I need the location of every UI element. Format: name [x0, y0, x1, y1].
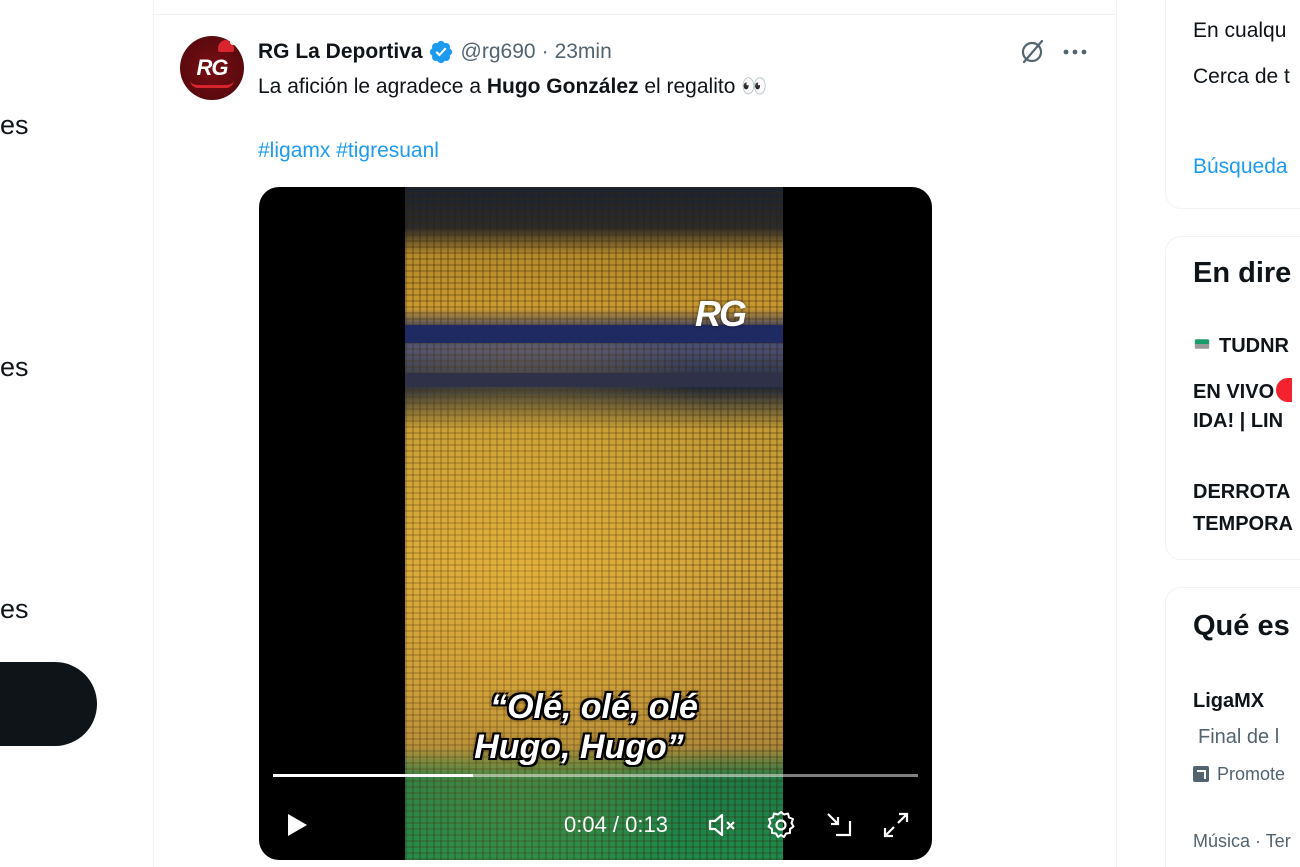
gear-icon — [767, 811, 795, 838]
nav-item-label[interactable]: es — [0, 352, 29, 383]
nav-item-label[interactable]: es — [0, 594, 29, 625]
fullscreen-icon — [883, 812, 909, 838]
separator: · — [541, 40, 549, 63]
user-handle[interactable]: @rg690 — [461, 40, 536, 64]
live-item-line[interactable]: IDA! | LIN — [1193, 410, 1283, 433]
dock-video-button[interactable] — [822, 807, 856, 843]
nav-item-label[interactable]: es — [0, 110, 29, 141]
santa-hat-pompom — [230, 39, 236, 45]
live-item-line[interactable]: DERROTA — [1193, 481, 1290, 504]
logo-swoosh — [190, 80, 234, 88]
video-player[interactable]: RG “Olé, olé, olé Hugo, Hugo” 0:04 / 0:1… — [259, 187, 932, 860]
promoted-text: Promote — [1217, 764, 1286, 784]
promoted-icon — [1193, 766, 1209, 782]
verified-badge-icon[interactable] — [428, 39, 454, 65]
tweet-text-part: La afición le agradece a — [258, 75, 487, 98]
caption-line: “Olé, olé, olé — [490, 688, 698, 726]
trend-category: Música · Ter — [1193, 831, 1291, 851]
settings-button[interactable] — [764, 807, 798, 843]
muted-speaker-icon — [708, 813, 735, 837]
tweet-text: La afición le agradece a Hugo González e… — [258, 73, 767, 101]
video-progress-bar[interactable] — [273, 774, 918, 777]
tudn-logo-icon — [1194, 339, 1210, 349]
filter-option-near-you[interactable]: Cerca de t — [1193, 65, 1290, 89]
play-icon — [288, 814, 307, 836]
timeline: RG RG La Deportiva @rg690 · 23min La afi… — [153, 0, 1117, 867]
display-name[interactable]: RG La Deportiva — [258, 40, 423, 64]
advanced-search-link[interactable]: Búsqueda — [1193, 155, 1288, 179]
tweet-header: RG La Deportiva @rg690 · 23min — [258, 38, 612, 66]
trend-name[interactable]: LigaMX — [1193, 690, 1264, 713]
avatar-logo: RG — [196, 55, 229, 80]
live-item-title[interactable]: EN VIVO — [1193, 378, 1293, 404]
live-item-line[interactable]: TEMPORA — [1193, 513, 1293, 536]
dock-icon — [827, 813, 852, 837]
mentioned-name: Hugo González — [486, 75, 639, 98]
channel-name: TUDNR — [1219, 335, 1289, 357]
play-button[interactable] — [281, 807, 311, 843]
hashtags: #ligamx #tigresuanl — [258, 137, 439, 165]
caption-line: Hugo, Hugo” — [474, 728, 684, 766]
right-sidebar: En cualqu Cerca de t Búsqueda En dire TU… — [1165, 0, 1300, 867]
fullscreen-button[interactable] — [879, 807, 913, 843]
live-channel[interactable]: TUDNR — [1193, 335, 1289, 358]
filter-option-anywhere[interactable]: En cualqu — [1193, 19, 1286, 43]
live-card-title: En dire — [1193, 257, 1292, 289]
timestamp[interactable]: 23min — [555, 40, 612, 64]
tweet-text-part: el regalito 👀 — [638, 75, 768, 98]
search-filters-card: En cualqu Cerca de t Búsqueda — [1165, 0, 1300, 209]
more-options-icon[interactable] — [1060, 38, 1090, 66]
trends-card: Qué es LigaMX Final de l Promote Música … — [1165, 587, 1300, 867]
video-caption: “Olé, olé, olé Hugo, Hugo” — [405, 687, 783, 767]
trends-title: Qué es — [1193, 610, 1290, 642]
video-progress-fill — [273, 774, 473, 777]
stadium-banner — [405, 373, 783, 387]
video-watermark: RG — [695, 293, 747, 334]
hashtag-link[interactable]: #ligamx — [258, 139, 330, 162]
promoted-label: Promote — [1193, 764, 1285, 785]
post-button[interactable] — [0, 662, 97, 746]
live-item-line: EN VIVO — [1193, 381, 1275, 403]
video-frame: RG “Olé, olé, olé Hugo, Hugo” — [405, 187, 783, 860]
live-indicator-icon — [1276, 378, 1293, 402]
mute-button[interactable] — [705, 807, 739, 843]
hashtag-link[interactable]: #tigresuanl — [336, 139, 439, 162]
live-card: En dire TUDNR EN VIVO IDA! | LIN DERROTA… — [1165, 236, 1300, 560]
left-nav: es es es — [0, 0, 153, 867]
divider — [154, 14, 1116, 15]
trend-description[interactable]: Final de l — [1198, 726, 1279, 749]
video-timecode: 0:04 / 0:13 — [564, 812, 668, 837]
avatar[interactable]: RG — [180, 36, 244, 100]
grok-icon[interactable] — [1018, 38, 1046, 66]
